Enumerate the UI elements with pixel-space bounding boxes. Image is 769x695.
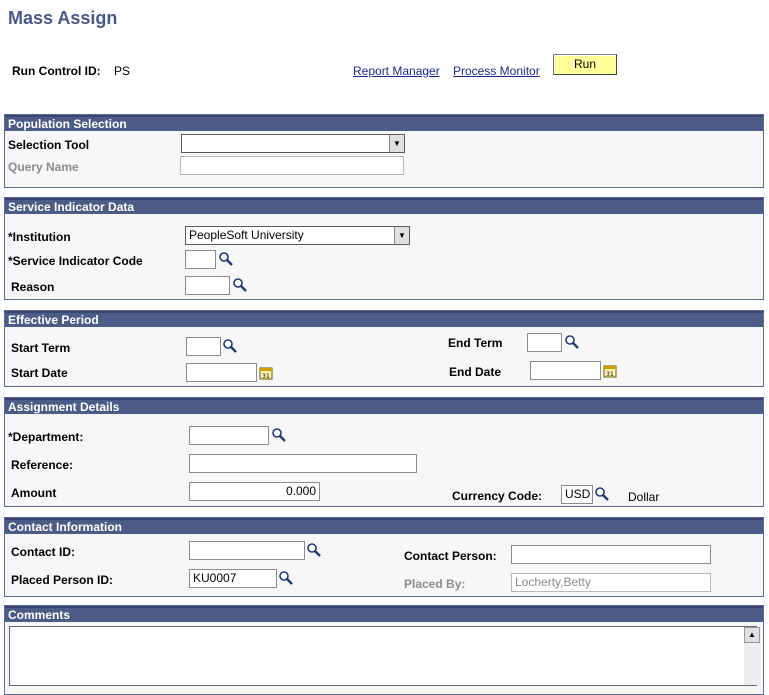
run-button[interactable]: Run — [553, 54, 617, 75]
start-term-label: Start Term — [11, 341, 71, 355]
dropdown-arrow-icon[interactable]: ▼ — [389, 135, 404, 152]
placed-by-label: Placed By: — [404, 577, 466, 591]
selection-tool-dropdown[interactable]: ▼ — [181, 134, 405, 153]
currency-code-label: Currency Code: — [452, 489, 543, 503]
svg-text:31: 31 — [606, 371, 614, 378]
institution-label: *Institution — [8, 230, 71, 244]
search-icon[interactable] — [594, 486, 610, 502]
search-icon[interactable] — [271, 427, 287, 443]
contact-information-section: Contact Information Contact ID: Contact … — [4, 517, 764, 597]
dropdown-arrow-icon[interactable]: ▼ — [394, 227, 409, 244]
search-icon[interactable] — [218, 251, 234, 267]
search-icon[interactable] — [222, 338, 238, 354]
assignment-details-section: Assignment Details *Department: Referenc… — [4, 397, 764, 507]
search-icon[interactable] — [564, 334, 580, 350]
search-icon[interactable] — [232, 277, 248, 293]
scroll-up-icon[interactable]: ▲ — [744, 627, 760, 643]
contact-id-label: Contact ID: — [11, 545, 75, 559]
reference-label: Reference: — [11, 458, 74, 472]
reference-input[interactable] — [189, 454, 417, 473]
run-control-label: Run Control ID: — [12, 64, 101, 78]
reason-input[interactable] — [185, 276, 230, 295]
population-selection-header: Population Selection — [5, 115, 763, 131]
end-date-input[interactable] — [530, 361, 601, 380]
search-icon[interactable] — [306, 542, 322, 558]
start-date-label: Start Date — [11, 366, 68, 380]
process-monitor-link[interactable]: Process Monitor — [453, 64, 540, 78]
amount-input[interactable]: 0.000 — [189, 482, 320, 501]
contact-id-input[interactable] — [189, 541, 305, 560]
institution-value: PeopleSoft University — [189, 228, 304, 242]
currency-code-input[interactable]: USD — [561, 485, 593, 504]
search-icon[interactable] — [278, 570, 294, 586]
reason-label: Reason — [11, 280, 55, 294]
query-name-label: Query Name — [8, 160, 79, 174]
report-manager-link[interactable]: Report Manager — [353, 64, 440, 78]
service-indicator-code-label: *Service Indicator Code — [8, 254, 143, 268]
service-indicator-section: Service Indicator Data *Institution Peop… — [4, 197, 764, 300]
population-selection-section: Population Selection Selection Tool ▼ Qu… — [4, 114, 764, 188]
start-date-input[interactable] — [186, 363, 257, 382]
comments-textarea[interactable] — [9, 626, 757, 686]
assignment-details-header: Assignment Details — [5, 398, 763, 414]
service-indicator-code-input[interactable] — [185, 250, 216, 269]
query-name-field[interactable] — [180, 156, 404, 175]
calendar-icon[interactable]: 31 — [258, 365, 274, 381]
institution-dropdown[interactable]: PeopleSoft University ▼ — [185, 226, 410, 245]
contact-person-label: Contact Person: — [404, 549, 497, 563]
placed-person-id-label: Placed Person ID: — [11, 573, 114, 587]
contact-person-input[interactable] — [511, 545, 711, 564]
currency-description: Dollar — [628, 490, 660, 504]
comments-header: Comments — [5, 606, 763, 622]
effective-period-section: Effective Period Start Term End Term Sta… — [4, 310, 764, 387]
department-input[interactable] — [189, 426, 269, 445]
end-date-label: End Date — [449, 365, 502, 379]
end-term-label: End Term — [448, 336, 503, 350]
calendar-icon[interactable]: 31 — [602, 363, 618, 379]
amount-label: Amount — [11, 486, 57, 500]
start-term-input[interactable] — [186, 337, 221, 356]
svg-text:31: 31 — [262, 373, 270, 380]
effective-period-header: Effective Period — [5, 311, 763, 327]
department-label: *Department: — [8, 430, 84, 444]
contact-information-header: Contact Information — [5, 518, 763, 534]
comments-section: Comments ▲ — [4, 605, 764, 695]
end-term-input[interactable] — [527, 333, 562, 352]
placed-person-id-input[interactable]: KU0007 — [189, 569, 277, 588]
placed-by-field[interactable]: Locherty,Betty — [511, 573, 711, 592]
service-indicator-header: Service Indicator Data — [5, 198, 763, 214]
run-control-value: PS — [114, 64, 131, 78]
page-title: Mass Assign — [8, 8, 118, 28]
selection-tool-label: Selection Tool — [8, 138, 90, 152]
